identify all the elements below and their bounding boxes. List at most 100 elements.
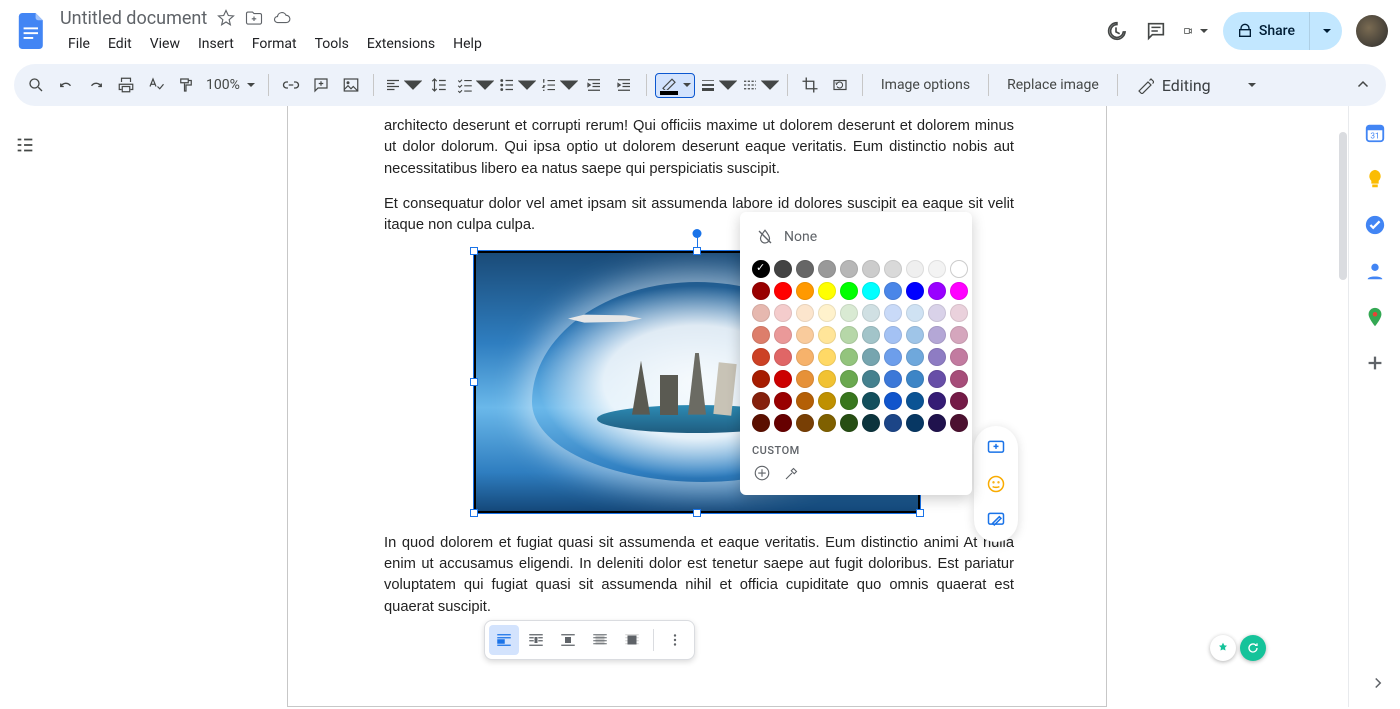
color-swatch[interactable] xyxy=(928,304,946,322)
color-swatch[interactable] xyxy=(752,392,770,410)
color-swatch[interactable] xyxy=(796,392,814,410)
share-dropdown[interactable] xyxy=(1309,12,1342,50)
resize-handle[interactable] xyxy=(693,509,701,517)
tasks-app-icon[interactable] xyxy=(1364,214,1386,236)
color-swatch[interactable] xyxy=(796,260,814,278)
menu-file[interactable]: File xyxy=(60,32,98,56)
color-swatch[interactable] xyxy=(862,282,880,300)
star-icon[interactable] xyxy=(217,9,235,27)
eyedropper-icon[interactable] xyxy=(782,463,802,483)
menu-format[interactable]: Format xyxy=(244,32,305,56)
color-swatch[interactable] xyxy=(928,392,946,410)
color-swatch[interactable] xyxy=(796,348,814,366)
color-swatch[interactable] xyxy=(862,414,880,432)
color-swatch[interactable] xyxy=(752,326,770,344)
editing-mode-button[interactable]: Editing xyxy=(1126,76,1267,95)
color-swatch[interactable] xyxy=(796,304,814,322)
wrap-break-icon[interactable] xyxy=(553,625,583,655)
color-swatch[interactable] xyxy=(950,326,968,344)
add-comment-icon[interactable] xyxy=(307,70,335,100)
color-swatch[interactable] xyxy=(752,348,770,366)
color-swatch[interactable] xyxy=(862,326,880,344)
color-swatch[interactable] xyxy=(752,260,770,278)
crop-icon[interactable] xyxy=(796,70,824,100)
scroll-thumb[interactable] xyxy=(1339,132,1347,280)
color-swatch[interactable] xyxy=(906,370,924,388)
wrap-inline-icon[interactable] xyxy=(489,625,519,655)
border-dash-icon[interactable] xyxy=(739,70,779,100)
paragraph[interactable]: architecto deserunt et corrupti rerum! Q… xyxy=(384,116,1014,180)
contacts-app-icon[interactable] xyxy=(1364,260,1386,282)
image-options-button[interactable]: Image options xyxy=(871,70,980,100)
color-swatch[interactable] xyxy=(818,260,836,278)
color-swatch[interactable] xyxy=(884,414,902,432)
indent-increase-icon[interactable] xyxy=(610,70,638,100)
color-swatch[interactable] xyxy=(884,260,902,278)
color-swatch[interactable] xyxy=(862,392,880,410)
color-swatch[interactable] xyxy=(906,392,924,410)
color-swatch[interactable] xyxy=(950,282,968,300)
color-swatch[interactable] xyxy=(928,348,946,366)
menu-extensions[interactable]: Extensions xyxy=(359,32,443,56)
menu-view[interactable]: View xyxy=(142,32,188,56)
menu-insert[interactable]: Insert xyxy=(190,32,242,56)
color-swatch[interactable] xyxy=(774,392,792,410)
color-swatch[interactable] xyxy=(950,414,968,432)
color-swatch[interactable] xyxy=(906,326,924,344)
menu-help[interactable]: Help xyxy=(445,32,490,56)
color-swatch[interactable] xyxy=(906,348,924,366)
search-icon[interactable] xyxy=(22,70,50,100)
rotate-handle[interactable] xyxy=(693,229,702,238)
collapse-toolbar-icon[interactable] xyxy=(1348,70,1378,100)
color-swatch[interactable] xyxy=(840,304,858,322)
resize-handle[interactable] xyxy=(470,509,478,517)
paragraph[interactable]: In quod dolorem et fugiat quasi sit assu… xyxy=(384,533,1014,618)
color-swatch[interactable] xyxy=(818,304,836,322)
add-custom-color-icon[interactable] xyxy=(752,463,772,483)
color-swatch[interactable] xyxy=(950,304,968,322)
grammarly-icon[interactable] xyxy=(1240,635,1266,661)
color-swatch[interactable] xyxy=(752,370,770,388)
color-swatch[interactable] xyxy=(796,370,814,388)
replace-image-button[interactable]: Replace image xyxy=(997,70,1109,100)
color-swatch[interactable] xyxy=(884,370,902,388)
color-swatch[interactable] xyxy=(818,370,836,388)
color-none-option[interactable]: None xyxy=(752,222,960,252)
wrap-behind-icon[interactable] xyxy=(585,625,615,655)
color-swatch[interactable] xyxy=(840,414,858,432)
move-icon[interactable] xyxy=(245,9,263,27)
color-swatch[interactable] xyxy=(818,414,836,432)
resize-handle[interactable] xyxy=(470,378,478,386)
color-swatch[interactable] xyxy=(818,348,836,366)
document-title[interactable]: Untitled document xyxy=(60,8,207,29)
color-swatch[interactable] xyxy=(928,282,946,300)
color-swatch[interactable] xyxy=(950,370,968,388)
cloud-status-icon[interactable] xyxy=(273,9,291,27)
color-swatch[interactable] xyxy=(950,392,968,410)
color-swatch[interactable] xyxy=(928,260,946,278)
border-color-button[interactable] xyxy=(655,73,695,98)
get-addons-icon[interactable] xyxy=(1364,352,1386,374)
color-swatch[interactable] xyxy=(840,326,858,344)
wrap-more-icon[interactable] xyxy=(660,625,690,655)
color-swatch[interactable] xyxy=(818,326,836,344)
keep-app-icon[interactable] xyxy=(1364,168,1386,190)
color-swatch[interactable] xyxy=(774,414,792,432)
color-swatch[interactable] xyxy=(906,260,924,278)
color-swatch[interactable] xyxy=(840,260,858,278)
color-swatch[interactable] xyxy=(862,260,880,278)
print-icon[interactable] xyxy=(112,70,140,100)
spellcheck-icon[interactable] xyxy=(142,70,170,100)
color-swatch[interactable] xyxy=(840,282,858,300)
checklist-icon[interactable] xyxy=(454,70,494,100)
show-outline-icon[interactable] xyxy=(14,134,42,162)
align-icon[interactable] xyxy=(382,70,422,100)
color-swatch[interactable] xyxy=(928,326,946,344)
color-swatch[interactable] xyxy=(796,414,814,432)
add-emoji-icon[interactable] xyxy=(980,468,1012,500)
resize-handle[interactable] xyxy=(470,247,478,255)
menu-edit[interactable]: Edit xyxy=(100,32,140,56)
color-swatch[interactable] xyxy=(840,370,858,388)
color-swatch[interactable] xyxy=(862,370,880,388)
color-swatch[interactable] xyxy=(774,282,792,300)
